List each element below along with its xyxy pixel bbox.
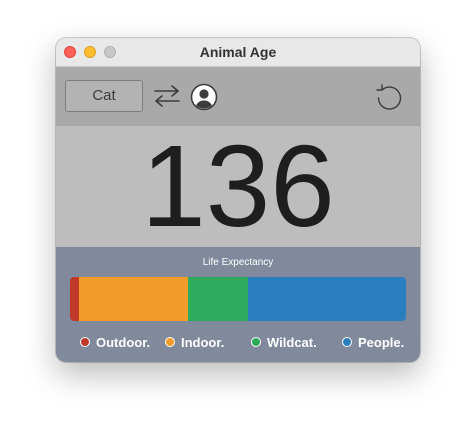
bar-segment-indoor[interactable] <box>79 277 188 321</box>
toolbar: Cat <box>56 67 420 126</box>
legend-dot-icon <box>165 337 175 347</box>
swap-arrows-icon[interactable] <box>153 83 181 109</box>
legend-label: Indoor. <box>181 334 225 350</box>
legend-label: Wildcat. <box>267 334 317 350</box>
life-expectancy-title: Life Expectancy <box>202 257 274 268</box>
legend-item-outdoor[interactable]: Outdoor. <box>80 334 150 350</box>
age-display: 136 <box>56 126 420 247</box>
bar-segment-people[interactable] <box>248 277 406 321</box>
legend-dot-icon <box>80 337 90 347</box>
bar-segment-wildcat[interactable] <box>188 277 248 321</box>
legend-item-people[interactable]: People. <box>342 334 404 350</box>
person-icon[interactable] <box>190 83 218 111</box>
animal-select-button[interactable]: Cat <box>65 80 143 112</box>
legend-item-wildcat[interactable]: Wildcat. <box>251 334 317 350</box>
life-expectancy-panel: Life Expectancy Outdoor. Indoor. Wildcat. P… <box>56 247 420 362</box>
life-expectancy-bar <box>70 277 406 321</box>
age-value: 136 <box>141 121 335 251</box>
bar-segment-outdoor[interactable] <box>70 277 79 321</box>
app-window: Animal Age Cat 136 Life Expectancy Outdo… <box>56 38 420 362</box>
legend-dot-icon <box>342 337 352 347</box>
legend-item-indoor[interactable]: Indoor. <box>165 334 224 350</box>
reset-icon[interactable] <box>374 82 404 112</box>
title-bar: Animal Age <box>56 38 420 67</box>
legend-dot-icon <box>251 337 261 347</box>
legend: Outdoor. Indoor. Wildcat. People. <box>56 334 420 350</box>
legend-label: Outdoor. <box>96 334 151 350</box>
window-title: Animal Age <box>199 44 277 60</box>
legend-label: People. <box>358 334 405 350</box>
